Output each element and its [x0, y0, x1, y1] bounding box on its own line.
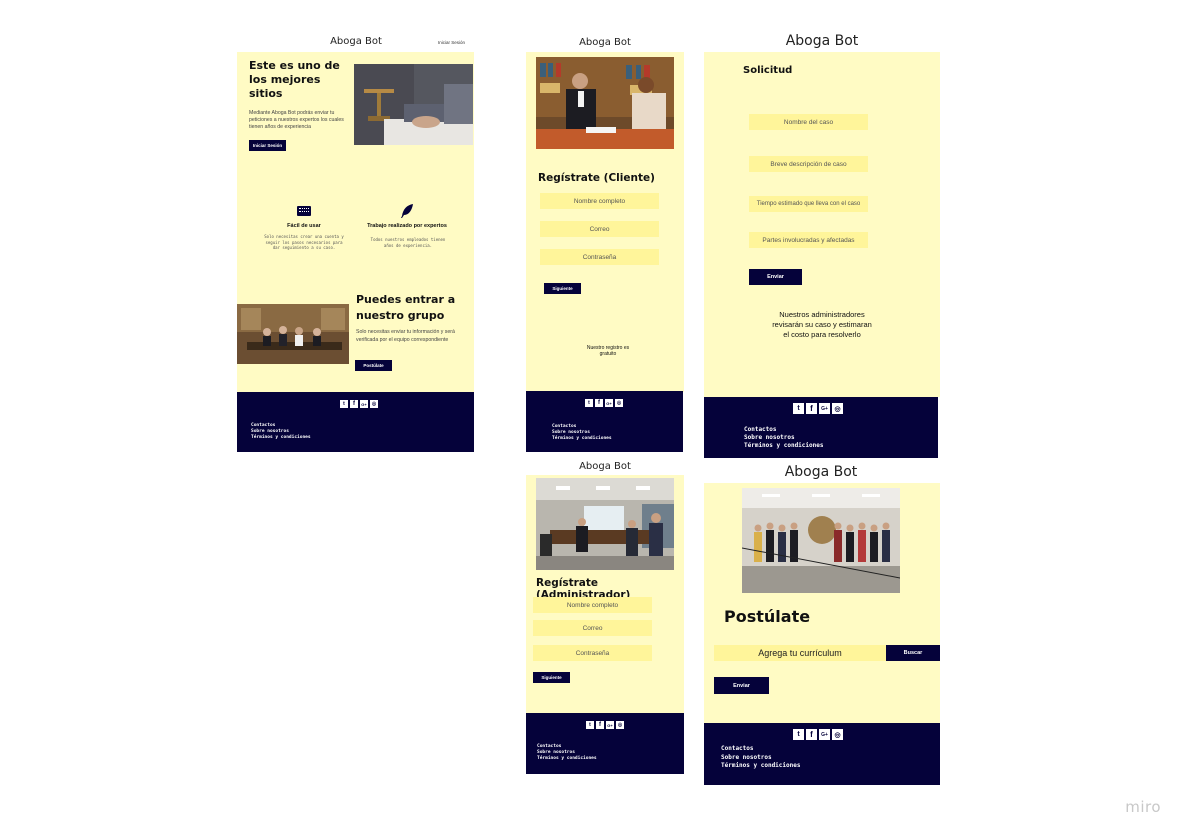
feature-experts-text: Todos nuestros empleados tienen años de …: [370, 237, 446, 248]
twitter-icon[interactable]: t: [585, 399, 593, 407]
twitter-icon[interactable]: t: [586, 721, 594, 729]
frame-apply: Postúlate Agrega tu currículum Buscar En…: [704, 483, 940, 723]
frame-client-register: Regístrate (Cliente) Nombre completo Cor…: [526, 52, 684, 392]
request-heading: Solicitud: [743, 65, 793, 76]
client-heading: Regístrate (Cliente): [538, 172, 655, 184]
feature-easy-text: Solo necesitas crear una cuenta y seguir…: [264, 234, 344, 250]
feather-icon: [399, 203, 415, 219]
frame-admin-title: Aboga Bot: [579, 461, 631, 472]
apply-image: [742, 488, 900, 593]
google-plus-icon[interactable]: G+: [819, 729, 830, 740]
keyboard-icon: [297, 206, 311, 216]
client-email-field[interactable]: Correo: [540, 221, 659, 237]
client-name-field[interactable]: Nombre completo: [540, 193, 659, 209]
feature-easy-title: Fácil de usar: [287, 223, 321, 229]
facebook-icon[interactable]: f: [806, 403, 817, 414]
instagram-icon[interactable]: ◎: [832, 403, 843, 414]
facebook-icon[interactable]: f: [595, 399, 603, 407]
hero-heading: Este es uno de los mejores sitios: [249, 59, 340, 100]
google-plus-icon[interactable]: G+: [819, 403, 830, 414]
facebook-icon[interactable]: f: [806, 729, 817, 740]
admin-email-field[interactable]: Correo: [533, 620, 652, 636]
frame-home-title: Aboga Bot: [330, 36, 382, 47]
google-plus-icon[interactable]: G+: [605, 399, 613, 407]
request-admin-note: Nuestros administradores revisarán su ca…: [772, 310, 872, 339]
facebook-icon[interactable]: f: [596, 721, 604, 729]
instagram-icon[interactable]: ◎: [616, 721, 624, 729]
frame-admin-register: Regístrate (Administrador) Nombre comple…: [526, 475, 684, 713]
footer-terms-link[interactable]: Términos y condiciones: [721, 762, 800, 771]
footer-links: Contactos Sobre nosotros Términos y cond…: [721, 745, 800, 771]
miro-watermark: miro: [1125, 798, 1161, 816]
footer-client: t f G+ ◎ Contactos Sobre nosotros Términ…: [526, 391, 683, 452]
instagram-icon[interactable]: ◎: [370, 400, 378, 408]
social-icons: t f G+ ◎: [586, 721, 624, 729]
cv-upload-field[interactable]: Agrega tu currículum: [714, 645, 886, 661]
hero-text: Mediante Aboga Bot podrás enviar tu peti…: [249, 110, 344, 130]
apply-heading: Postúlate: [724, 607, 811, 626]
group-image: [237, 304, 349, 364]
admin-image: [536, 478, 674, 570]
case-description-field[interactable]: Breve descripción de caso: [749, 156, 868, 172]
social-icons: t f G+ ◎: [793, 403, 843, 414]
footer-contacts-link[interactable]: Contactos: [744, 426, 823, 434]
instagram-icon[interactable]: ◎: [615, 399, 623, 407]
frame-apply-title: Aboga Bot: [784, 464, 858, 480]
frame-request: Solicitud Nombre del caso Breve descripc…: [704, 52, 940, 397]
footer-home: t f G+ ◎ Contactos Sobre nosotros Términ…: [237, 392, 474, 452]
footer-links: Contactos Sobre nosotros Términos y cond…: [552, 424, 612, 442]
group-text: Solo necesitas enviar tu información y s…: [356, 329, 455, 343]
footer-apply: t f G+ ◎ Contactos Sobre nosotros Términ…: [704, 723, 940, 785]
footer-terms-link[interactable]: Términos y condiciones: [537, 756, 597, 762]
client-password-field[interactable]: Contraseña: [540, 249, 659, 265]
request-send-button[interactable]: Enviar: [749, 269, 802, 285]
client-image: [536, 57, 674, 149]
apply-button[interactable]: Postúlate: [355, 360, 392, 371]
hero-image: [354, 64, 473, 145]
google-plus-icon[interactable]: G+: [606, 721, 614, 729]
login-link[interactable]: Iniciar Sesión: [438, 40, 465, 45]
social-icons: t f G+ ◎: [793, 729, 843, 740]
frame-request-title: Aboga Bot: [785, 33, 859, 49]
group-heading: Puedes entrar a nuestro grupo: [356, 293, 456, 322]
social-icons: t f G+ ◎: [340, 400, 378, 408]
frame-home: Este es uno de los mejores sitios Median…: [237, 52, 474, 392]
footer-links: Contactos Sobre nosotros Términos y cond…: [744, 426, 823, 450]
footer-about-link[interactable]: Sobre nosotros: [721, 754, 800, 763]
feature-experts-title: Trabajo realizado por expertos: [367, 223, 447, 229]
footer-terms-link[interactable]: Términos y condiciones: [552, 436, 612, 442]
client-next-button[interactable]: Siguiente: [544, 283, 581, 294]
twitter-icon[interactable]: t: [340, 400, 348, 408]
footer-about-link[interactable]: Sobre nosotros: [744, 434, 823, 442]
apply-send-button[interactable]: Enviar: [714, 677, 769, 694]
footer-links: Contactos Sobre nosotros Términos y cond…: [251, 423, 311, 441]
admin-next-button[interactable]: Siguiente: [533, 672, 570, 683]
case-duration-field[interactable]: Tiempo estimado que lleva con el caso: [749, 196, 868, 212]
footer-request: t f G+ ◎ Contactos Sobre nosotros Términ…: [704, 397, 938, 458]
login-button[interactable]: Iniciar Sesión: [249, 140, 286, 151]
footer-admin: t f G+ ◎ Contactos Sobre nosotros Términ…: [526, 713, 684, 774]
twitter-icon[interactable]: t: [793, 403, 804, 414]
facebook-icon[interactable]: f: [350, 400, 358, 408]
footer-contacts-link[interactable]: Contactos: [721, 745, 800, 754]
twitter-icon[interactable]: t: [793, 729, 804, 740]
frame-client-title: Aboga Bot: [579, 37, 631, 48]
footer-terms-link[interactable]: Términos y condiciones: [251, 435, 311, 441]
admin-password-field[interactable]: Contraseña: [533, 645, 652, 661]
instagram-icon[interactable]: ◎: [832, 729, 843, 740]
case-name-field[interactable]: Nombre del caso: [749, 114, 868, 130]
social-icons: t f G+ ◎: [585, 399, 623, 407]
google-plus-icon[interactable]: G+: [360, 400, 368, 408]
footer-terms-link[interactable]: Términos y condiciones: [744, 442, 823, 450]
cv-search-button[interactable]: Buscar: [886, 645, 940, 661]
case-parties-field[interactable]: Partes involucradas y afectadas: [749, 232, 868, 248]
admin-name-field[interactable]: Nombre completo: [533, 597, 652, 613]
client-free-note: Nuestro registro es gratuito: [586, 345, 630, 357]
footer-links: Contactos Sobre nosotros Términos y cond…: [537, 744, 597, 762]
